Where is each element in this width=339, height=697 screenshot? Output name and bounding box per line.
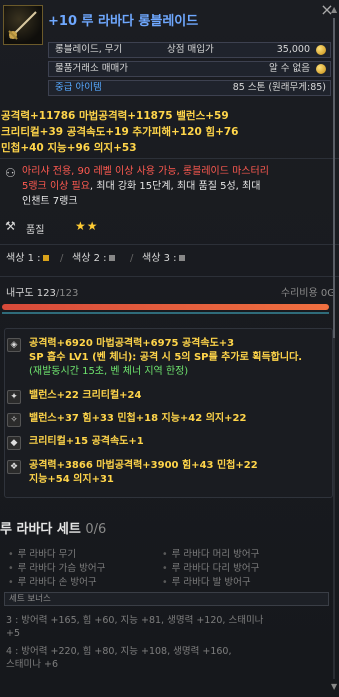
color-swatch xyxy=(178,255,185,261)
enchant-effects-panel: ◈ 공격력+6920 마법공격력+6975 공격속도+3 SP 흡수 LV1 (… xyxy=(4,328,333,498)
scroll-up-icon[interactable]: ▲ xyxy=(331,6,337,14)
durability-current: 123 xyxy=(36,288,56,299)
durability-bar xyxy=(2,304,329,310)
item-type: 롱블레이드, 무기 xyxy=(55,44,123,55)
durability-label: 내구도 xyxy=(6,288,34,299)
gold-coin-icon xyxy=(316,45,326,55)
quality-label: 품질 xyxy=(26,225,45,236)
effect-5-line-2: 지능+54 의지+31 xyxy=(29,474,114,485)
stats-line-2: 크리티컬+39 공격속도+19 추가피해+120 힘+76 xyxy=(1,126,239,138)
divider xyxy=(0,158,339,159)
quality-stars: ★★ xyxy=(75,219,99,233)
divider xyxy=(0,276,339,277)
set-count: 0/6 xyxy=(85,522,107,537)
desc-line-3: 인챈트 7랭크 xyxy=(22,196,78,207)
enchant-slot-icon: ❖ xyxy=(7,460,21,474)
scroll-track[interactable] xyxy=(333,18,335,679)
grade-label: 중급 아이템 xyxy=(55,82,102,93)
set-item: 루 라바다 다리 방어구 xyxy=(162,560,260,574)
effect-1-line-3: (재발동시간 15초, 벤 체너 지역 한정) xyxy=(29,366,189,377)
color-socket-3: 색상 3 : xyxy=(142,252,185,266)
durability-max: /123 xyxy=(55,288,79,299)
requirement-description: ⚇ 아리샤 전용, 90 레벨 이상 사용 가능, 롱블레이드 마스터리 5랭크… xyxy=(0,164,339,208)
set-item: 루 라바다 무기 xyxy=(8,546,76,560)
info-grade-line: 중급 아이템 85 스톤 (원래무게:85) xyxy=(48,80,331,96)
info-type-line: 롱블레이드, 무기 상점 매입가 35,000 xyxy=(48,42,331,58)
price-label: 상점 매입가 xyxy=(167,44,214,55)
set-bonus-4-cont: 스태미나 +6 xyxy=(6,659,58,670)
enchant-slot-icon: ◈ xyxy=(7,338,21,352)
item-tooltip: +10 루 라바다 롱블레이드 × 롱블레이드, 무기 상점 매입가 35,00… xyxy=(0,0,339,697)
stats-line-1: 공격력+11786 마법공격력+11875 밸런스+59 xyxy=(1,110,229,122)
color-swatch xyxy=(108,255,115,261)
longblade-icon xyxy=(3,5,43,45)
trade-label: 물품거래소 매매가 xyxy=(55,63,128,74)
set-bonus-label: 세트 보너스 xyxy=(4,592,329,606)
color-swatch xyxy=(42,255,49,261)
desc-line-2a: 5랭크 이상 필요 xyxy=(22,181,90,192)
effect-4: 크리티컬+15 공격속도+1 xyxy=(29,436,144,447)
set-item: 루 라바다 머리 방어구 xyxy=(162,546,260,560)
effect-2: 밸런스+22 크리티컬+24 xyxy=(29,390,142,401)
main-stats: 공격력+11786 마법공격력+11875 밸런스+59 크리티컬+39 공격속… xyxy=(0,108,339,156)
quality-row: ⚒ 품질 ★★ xyxy=(0,218,339,238)
scroll-down-icon[interactable]: ▼ xyxy=(331,683,337,691)
weight-value: 85 스톤 (원래무게:85) xyxy=(232,82,326,93)
color-socket-1: 색상 1 : xyxy=(6,252,49,266)
set-bonus-3: 3 : 방어력 +165, 힘 +60, 지능 +81, 생명력 +120, 스… xyxy=(6,615,264,626)
effect-1-line-1: 공격력+6920 마법공격력+6975 공격속도+3 xyxy=(29,338,235,349)
set-bonus-section: 루 라바다 세트 0/6 루 라바다 무기 루 라바다 머리 방어구 루 라바다… xyxy=(0,508,339,697)
set-item: 루 라바다 손 방어구 xyxy=(8,574,97,588)
set-bonus-4: 4 : 방어력 +220, 힘 +80, 지능 +108, 생명력 +160, xyxy=(6,646,232,657)
scrollbar[interactable]: ▲ ▼ xyxy=(331,6,337,691)
warning-person-icon: ⚇ xyxy=(5,166,16,180)
info-trade-line: 물품거래소 매매가 알 수 없음 xyxy=(48,61,331,77)
divider xyxy=(0,244,339,245)
set-bonus-3-cont: +5 xyxy=(6,628,21,639)
color-sockets: 색상 1 : / 색상 2 : / 색상 3 : xyxy=(0,252,339,268)
set-item: 루 라바다 가슴 방어구 xyxy=(8,560,106,574)
tooltip-header: +10 루 라바다 롱블레이드 × xyxy=(0,0,339,48)
effect-3: 밸런스+37 힘+33 민첩+18 지능+42 의지+22 xyxy=(29,413,247,424)
enchant-slot-icon: ◆ xyxy=(7,436,21,450)
stats-line-3: 민첩+40 지능+96 의지+53 xyxy=(1,142,137,154)
effect-5-line-1: 공격력+3866 마법공격력+3900 힘+43 민첩+22 xyxy=(29,460,258,471)
item-title: +10 루 라바다 롱블레이드 xyxy=(48,14,199,29)
set-item: 루 라바다 발 방어구 xyxy=(162,574,251,588)
desc-line-2b: , 최대 강화 15단계, 최대 품질 5성, 최대 xyxy=(89,181,261,192)
gold-coin-icon xyxy=(316,64,326,74)
desc-line-1: 아리샤 전용, 90 레벨 이상 사용 가능, 롱블레이드 마스터리 xyxy=(22,166,269,177)
set-title: 루 라바다 세트 0/6 xyxy=(0,522,107,537)
durability-bar-fill xyxy=(2,304,329,310)
color-socket-2: 색상 2 : xyxy=(72,252,115,266)
effect-1-line-2: SP 흡수 LV1 (벤 체너): 공격 시 5의 SP를 추가로 획득합니다. xyxy=(29,352,303,363)
anvil-icon: ⚒ xyxy=(5,219,16,233)
enchant-slot-icon: ✦ xyxy=(7,390,21,404)
durability-row: 내구도 123/123 수리비용 0G xyxy=(0,284,339,300)
price-value: 35,000 xyxy=(276,44,310,55)
repair-cost: 수리비용 0G xyxy=(280,288,335,299)
scroll-thumb[interactable] xyxy=(333,18,335,338)
sub-bar xyxy=(2,312,329,314)
enchant-slot-icon: ✧ xyxy=(7,413,21,427)
trade-value: 알 수 없음 xyxy=(269,63,310,74)
